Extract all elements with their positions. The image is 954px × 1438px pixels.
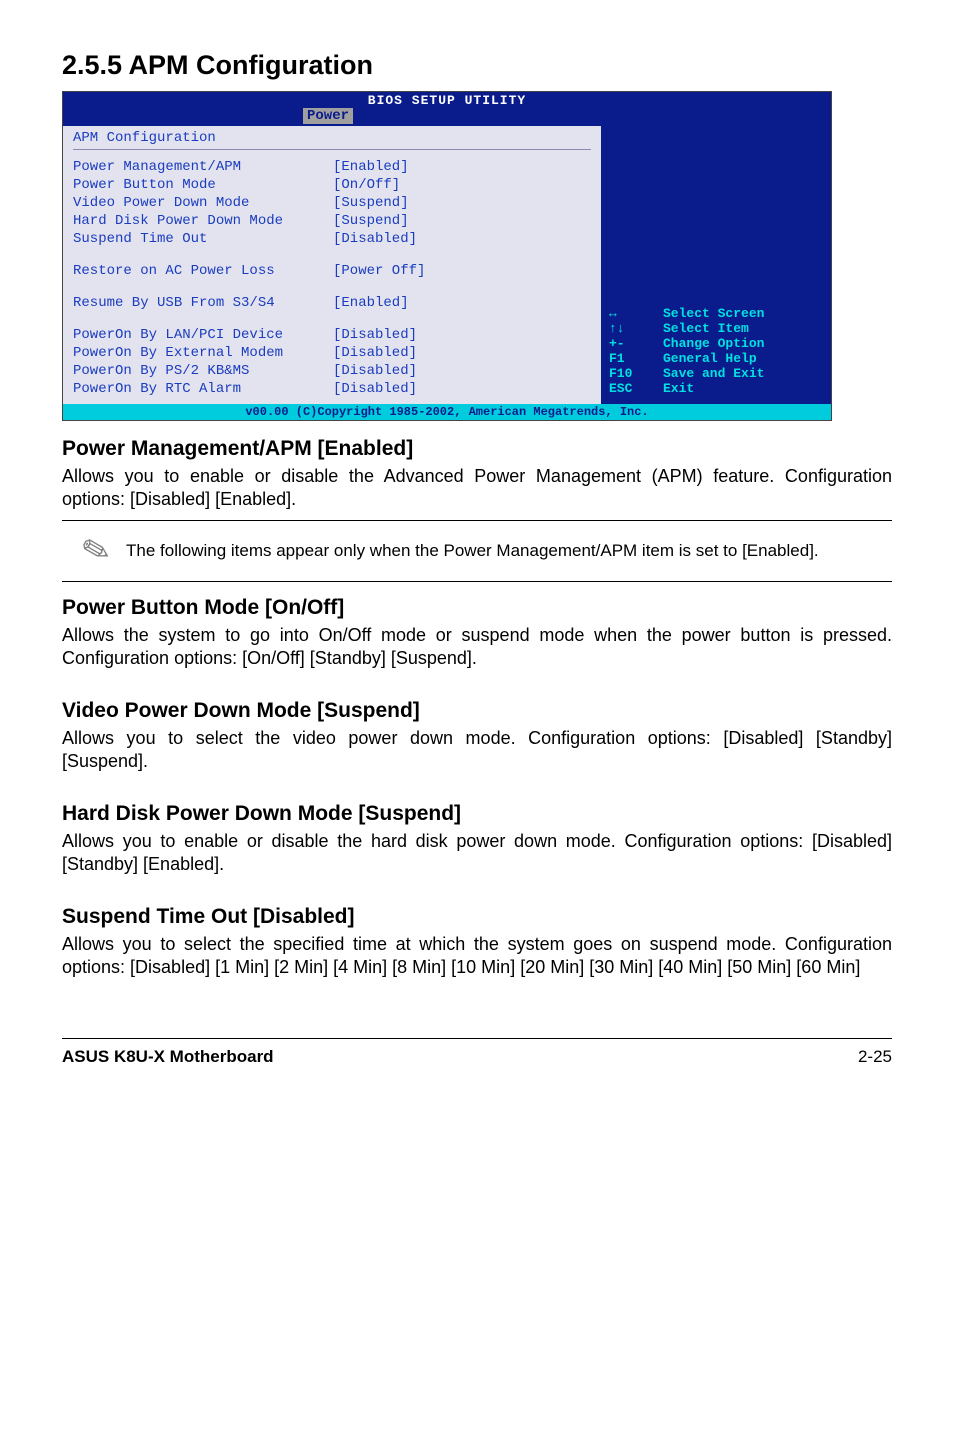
bios-setting-row: Resume By USB From S3/S4[Enabled] (73, 294, 591, 312)
section-body: Allows you to select the video power dow… (62, 727, 892, 772)
bios-setting-value: [Disabled] (333, 363, 417, 379)
section-heading: Video Power Down Mode [Suspend] (62, 699, 892, 723)
bios-help-key: ↔ (609, 306, 663, 321)
section-body: Allows you to select the specified time … (62, 933, 892, 978)
bios-help-text: Exit (663, 381, 694, 396)
section-heading: Power Button Mode [On/Off] (62, 596, 892, 620)
bios-setting-label: Power Management/APM (73, 159, 333, 175)
bios-help-text: Select Screen (663, 306, 764, 321)
bios-help-text: Change Option (663, 336, 764, 351)
bios-help-key: ↑↓ (609, 321, 663, 336)
bios-setting-row: PowerOn By External Modem[Disabled] (73, 344, 591, 362)
bios-help-row: ↑↓Select Item (609, 321, 764, 336)
section-body: Allows you to enable or disable the Adva… (62, 465, 892, 510)
note-text: The following items appear only when the… (126, 540, 888, 562)
bios-setting-label: Resume By USB From S3/S4 (73, 295, 333, 311)
bios-help-key: F1 (609, 351, 663, 366)
bios-help-key: ESC (609, 381, 663, 396)
section-heading: Hard Disk Power Down Mode [Suspend] (62, 802, 892, 826)
bios-panel: BIOS SETUP UTILITY Power APM Configurati… (62, 91, 832, 421)
bios-setting-label: PowerOn By External Modem (73, 345, 333, 361)
bios-setting-value: [Suspend] (333, 213, 409, 229)
bios-setting-label: PowerOn By PS/2 KB&MS (73, 363, 333, 379)
section-heading: Power Management/APM [Enabled] (62, 437, 892, 461)
bios-help-row: ESCExit (609, 381, 764, 396)
bios-help-key: F10 (609, 366, 663, 381)
bios-setting-row: Restore on AC Power Loss[Power Off] (73, 262, 591, 280)
bios-setting-row: Power Management/APM[Enabled] (73, 158, 591, 176)
bios-setting-row: Suspend Time Out[Disabled] (73, 230, 591, 248)
bios-setting-value: [Enabled] (333, 159, 409, 175)
bios-help-block: ↔Select Screen↑↓Select Item+-Change Opti… (609, 306, 764, 396)
pencil-icon: ✎ (66, 531, 126, 571)
bios-setting-value: [Disabled] (333, 381, 417, 397)
bios-footer: v00.00 (C)Copyright 1985-2002, American … (63, 404, 831, 420)
bios-setting-row: PowerOn By PS/2 KB&MS[Disabled] (73, 362, 591, 380)
section-body: Allows you to enable or disable the hard… (62, 830, 892, 875)
bios-setting-row: Video Power Down Mode[Suspend] (73, 194, 591, 212)
bios-setting-label: PowerOn By LAN/PCI Device (73, 327, 333, 343)
page-footer: ASUS K8U-X Motherboard 2-25 (62, 1038, 892, 1067)
bios-help-key: +- (609, 336, 663, 351)
bios-setting-label: Hard Disk Power Down Mode (73, 213, 333, 229)
bios-setting-label: PowerOn By RTC Alarm (73, 381, 333, 397)
bios-setting-value: [On/Off] (333, 177, 400, 193)
section-heading-main: 2.5.5 APM Configuration (62, 50, 892, 81)
bios-help-text: General Help (663, 351, 757, 366)
bios-divider (73, 149, 591, 150)
note-box: ✎ The following items appear only when t… (62, 520, 892, 582)
bios-setting-row: PowerOn By LAN/PCI Device[Disabled] (73, 326, 591, 344)
bios-help-row: F10Save and Exit (609, 366, 764, 381)
bios-help-row: F1General Help (609, 351, 764, 366)
bios-setting-label: Suspend Time Out (73, 231, 333, 247)
bios-help-row: +-Change Option (609, 336, 764, 351)
bios-setting-label: Video Power Down Mode (73, 195, 333, 211)
bios-help-row: ↔Select Screen (609, 306, 764, 321)
bios-section-label: APM Configuration (73, 130, 591, 146)
bios-setting-value: [Suspend] (333, 195, 409, 211)
page-content: 2.5.5 APM Configuration BIOS SETUP UTILI… (0, 0, 954, 1067)
bios-setting-value: [Disabled] (333, 327, 417, 343)
section-body: Allows the system to go into On/Off mode… (62, 624, 892, 669)
bios-body: APM Configuration Power Management/APM[E… (63, 126, 831, 404)
bios-setting-value: [Disabled] (333, 231, 417, 247)
bios-setting-row: PowerOn By RTC Alarm[Disabled] (73, 380, 591, 398)
section-heading: Suspend Time Out [Disabled] (62, 905, 892, 929)
bios-setting-label: Restore on AC Power Loss (73, 263, 333, 279)
footer-right: 2-25 (858, 1047, 892, 1067)
bios-left-pane: APM Configuration Power Management/APM[E… (63, 126, 601, 404)
bios-tab-power: Power (303, 108, 353, 124)
bios-setting-value: [Enabled] (333, 295, 409, 311)
bios-help-text: Save and Exit (663, 366, 764, 381)
bios-setting-value: [Disabled] (333, 345, 417, 361)
bios-utility-title: BIOS SETUP UTILITY (368, 93, 526, 108)
bios-setting-value: [Power Off] (333, 263, 425, 279)
footer-left: ASUS K8U-X Motherboard (62, 1047, 274, 1067)
bios-setting-row: Power Button Mode[On/Off] (73, 176, 591, 194)
bios-setting-row: Hard Disk Power Down Mode[Suspend] (73, 212, 591, 230)
bios-setting-label: Power Button Mode (73, 177, 333, 193)
bios-help-text: Select Item (663, 321, 749, 336)
bios-title-bar: BIOS SETUP UTILITY Power (63, 92, 831, 126)
bios-right-pane: ↔Select Screen↑↓Select Item+-Change Opti… (601, 126, 831, 404)
